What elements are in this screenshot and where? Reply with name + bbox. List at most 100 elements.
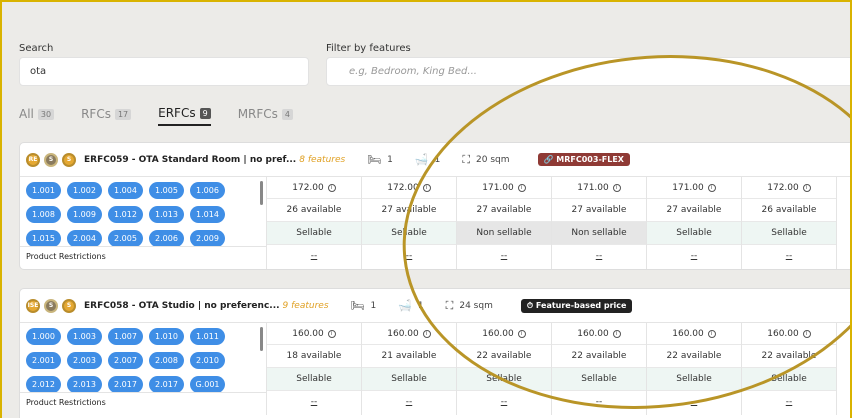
room-chip[interactable]: G.001 (190, 376, 225, 392)
room-chip[interactable]: 2.003 (67, 352, 102, 369)
sellable-status-cell[interactable]: Sellable (362, 222, 456, 245)
room-chip[interactable]: 1.003 (67, 328, 102, 345)
room-chip[interactable]: 2.001 (26, 352, 61, 369)
info-icon[interactable]: i (327, 183, 336, 192)
restriction-cell[interactable]: -- (552, 245, 646, 269)
restriction-cell[interactable]: -- (267, 391, 361, 415)
sellable-status-cell[interactable]: Sellable (742, 368, 836, 391)
price-cell[interactable]: 160.00 i (362, 323, 456, 345)
tab-rfcs[interactable]: RFCs 17 (81, 106, 132, 126)
room-chip[interactable]: 2.010 (190, 352, 225, 369)
room-chip[interactable]: 2.006 (149, 230, 184, 246)
room-chip[interactable]: 1.009 (67, 206, 102, 223)
room-chip[interactable]: 2.008 (149, 352, 184, 369)
room-chip[interactable]: 2.017 (149, 376, 184, 392)
features-link[interactable]: 8 features (299, 155, 345, 165)
availability-cell: 22 available (552, 345, 646, 368)
room-chip[interactable]: 1.007 (108, 328, 143, 345)
room-chip[interactable]: 2.012 (26, 376, 61, 392)
scrollbar[interactable] (260, 327, 263, 351)
restriction-cell[interactable]: -- (457, 391, 551, 415)
sellable-status-cell[interactable]: Sellable (457, 368, 551, 391)
info-icon[interactable]: i (517, 183, 526, 192)
info-icon[interactable]: i (422, 329, 431, 338)
room-chip[interactable]: 1.008 (26, 206, 61, 223)
info-icon[interactable]: i (707, 329, 716, 338)
features-link[interactable]: 9 features (283, 301, 329, 311)
price-cell[interactable]: 160.00 i (267, 323, 361, 345)
scrollbar[interactable] (260, 181, 263, 205)
room-list: 1.001 1.002 1.004 1.005 1.006 1.008 1.009 1.012… (20, 177, 267, 269)
price-cell[interactable]: 171.00 i (552, 177, 646, 199)
restriction-cell[interactable]: -- (362, 391, 456, 415)
tab-mrfcs[interactable]: MRFCs 4 (238, 106, 294, 126)
room-chip[interactable]: 1.005 (149, 182, 184, 199)
room-title[interactable]: ERFC058 - OTA Studio | no preferenc... (84, 301, 280, 311)
sellable-status-cell[interactable]: Sellable (267, 222, 361, 245)
sellable-status-cell[interactable]: Sellable (552, 368, 646, 391)
price-cell[interactable]: 160.00 i (457, 323, 551, 345)
filter-input[interactable]: e.g, Bedroom, King Bed... (326, 57, 852, 86)
price-cell[interactable]: 160.00 i (742, 323, 836, 345)
feature-price-badge[interactable]: ⏱ Feature-based price (520, 298, 633, 313)
tab-erfcs[interactable]: ERFCs 9 (158, 106, 211, 126)
bath-meta: 🛁 1 (414, 153, 441, 166)
linked-rfc-badge[interactable]: 🔗 MRFC003-FLEX (537, 153, 630, 166)
beds-meta: 🛏 1 (367, 153, 393, 166)
room-chip[interactable]: 1.014 (190, 206, 225, 223)
info-icon[interactable]: i (327, 329, 336, 338)
info-icon[interactable]: i (422, 183, 431, 192)
room-card: ISE S S ERFC058 - OTA Studio | no prefer… (19, 288, 852, 418)
price-cell[interactable]: 171.00 i (457, 177, 551, 199)
product-restrictions-label: Product Restrictions (20, 246, 266, 265)
sellable-status-cell[interactable]: Sellable (362, 368, 456, 391)
restriction-cell[interactable]: -- (647, 245, 741, 269)
restriction-cell[interactable]: -- (742, 391, 836, 415)
sellable-status-cell[interactable]: Non sellable (552, 222, 646, 245)
room-chip[interactable]: 1.004 (108, 182, 143, 199)
sellable-status-cell[interactable]: Sellable (647, 368, 741, 391)
bed-icon: 🛏 (350, 299, 365, 312)
sellable-status-cell[interactable]: Sellable (742, 222, 836, 245)
price-cell[interactable]: 160.00 i (647, 323, 741, 345)
restriction-cell[interactable]: -- (552, 391, 646, 415)
info-icon[interactable]: i (707, 183, 716, 192)
room-chip[interactable]: 2.013 (67, 376, 102, 392)
room-chip[interactable]: 1.010 (149, 328, 184, 345)
restriction-cell[interactable]: -- (647, 391, 741, 415)
room-chip[interactable]: 2.005 (108, 230, 143, 246)
info-icon[interactable]: i (802, 183, 811, 192)
room-chip[interactable]: 2.004 (67, 230, 102, 246)
room-chip[interactable]: 2.007 (108, 352, 143, 369)
info-icon[interactable]: i (612, 329, 621, 338)
sellable-status-cell[interactable]: Sellable (267, 368, 361, 391)
price-cell[interactable]: 160.00 i (552, 323, 646, 345)
sellable-status-cell[interactable]: Sellable (647, 222, 741, 245)
room-chip[interactable]: 1.011 (190, 328, 225, 345)
room-chip[interactable]: 1.006 (190, 182, 225, 199)
room-chip[interactable]: 2.017 (108, 376, 143, 392)
room-chip[interactable]: 1.000 (26, 328, 61, 345)
price-cell[interactable]: 172.00 i (362, 177, 456, 199)
room-chip[interactable]: 1.013 (149, 206, 184, 223)
restriction-cell[interactable]: -- (362, 245, 456, 269)
room-chip[interactable]: 1.002 (67, 182, 102, 199)
room-chip[interactable]: 2.009 (190, 230, 225, 246)
room-chip[interactable]: 1.015 (26, 230, 61, 246)
room-title[interactable]: ERFC059 - OTA Standard Room | no pref... (84, 155, 296, 165)
search-input[interactable]: ota (19, 57, 309, 86)
restriction-cell[interactable]: -- (457, 245, 551, 269)
price-cell[interactable]: 171.00 i (647, 177, 741, 199)
price-cell[interactable]: 172.00 i (742, 177, 836, 199)
info-icon[interactable]: i (802, 329, 811, 338)
tab-all[interactable]: All 30 (19, 106, 55, 126)
restriction-cell[interactable]: -- (742, 245, 836, 269)
info-icon[interactable]: i (612, 183, 621, 192)
room-chip[interactable]: 1.001 (26, 182, 61, 199)
room-chip[interactable]: 1.012 (108, 206, 143, 223)
restriction-cell[interactable]: -- (267, 245, 361, 269)
info-icon[interactable]: i (517, 329, 526, 338)
sellable-status-cell[interactable]: Non sellable (457, 222, 551, 245)
price-cell[interactable]: 172.00 i (267, 177, 361, 199)
price-value: 171.00 (577, 183, 609, 193)
